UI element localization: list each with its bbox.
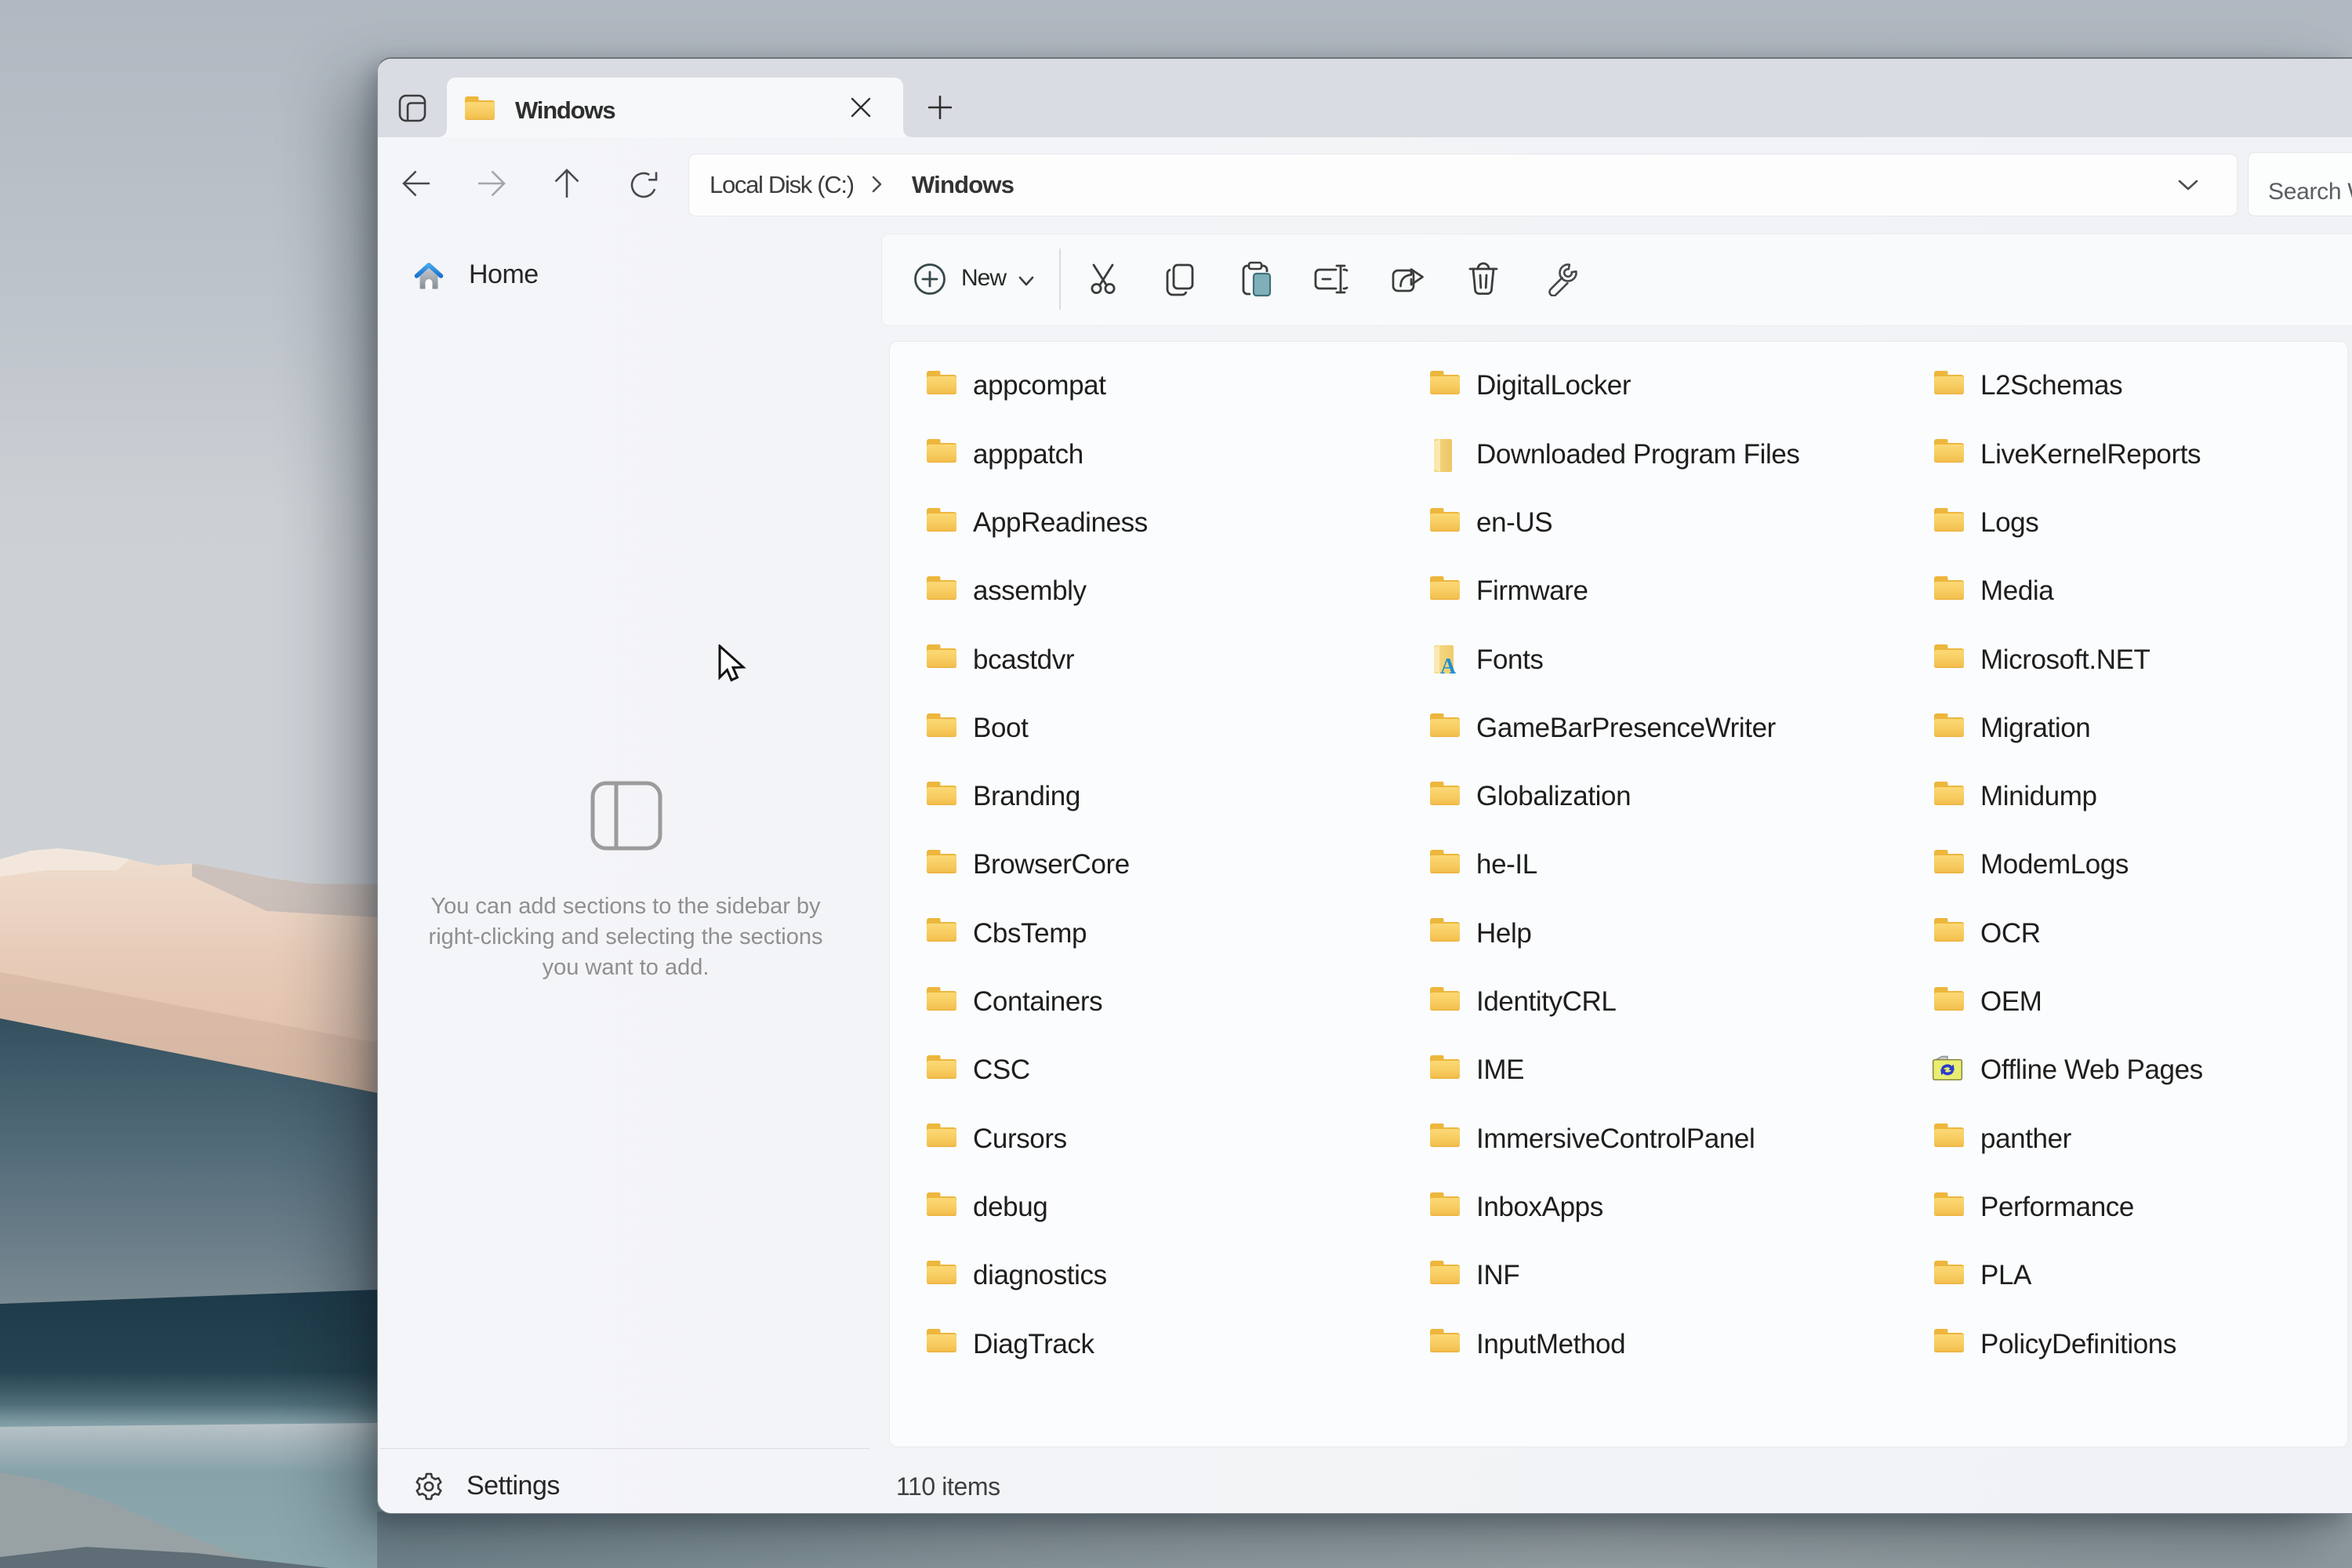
svg-text:A: A xyxy=(1440,655,1457,675)
